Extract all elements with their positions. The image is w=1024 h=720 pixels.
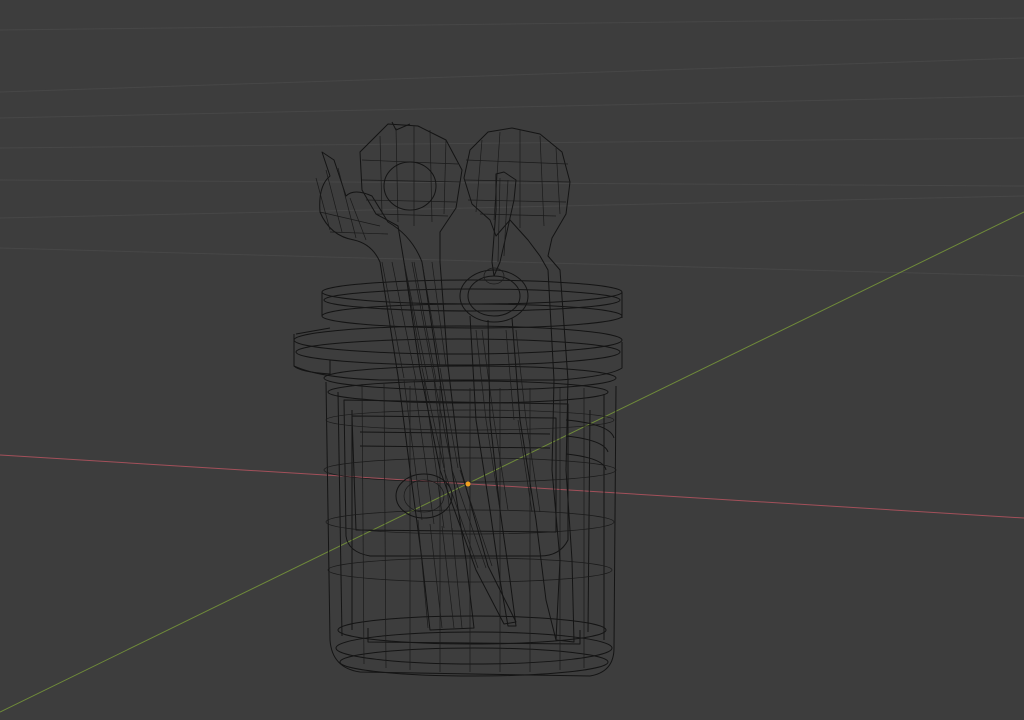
floor-grid — [0, 17, 1024, 277]
jar-wireframe[interactable] — [293, 279, 623, 677]
viewport-canvas[interactable] — [0, 0, 1024, 720]
3d-viewport[interactable] — [0, 0, 1024, 720]
ring-spanner-wireframe[interactable] — [359, 121, 517, 625]
y-axis-line — [0, 211, 1024, 713]
origin-dot[interactable] — [465, 481, 471, 487]
x-axis-line — [0, 454, 1024, 519]
